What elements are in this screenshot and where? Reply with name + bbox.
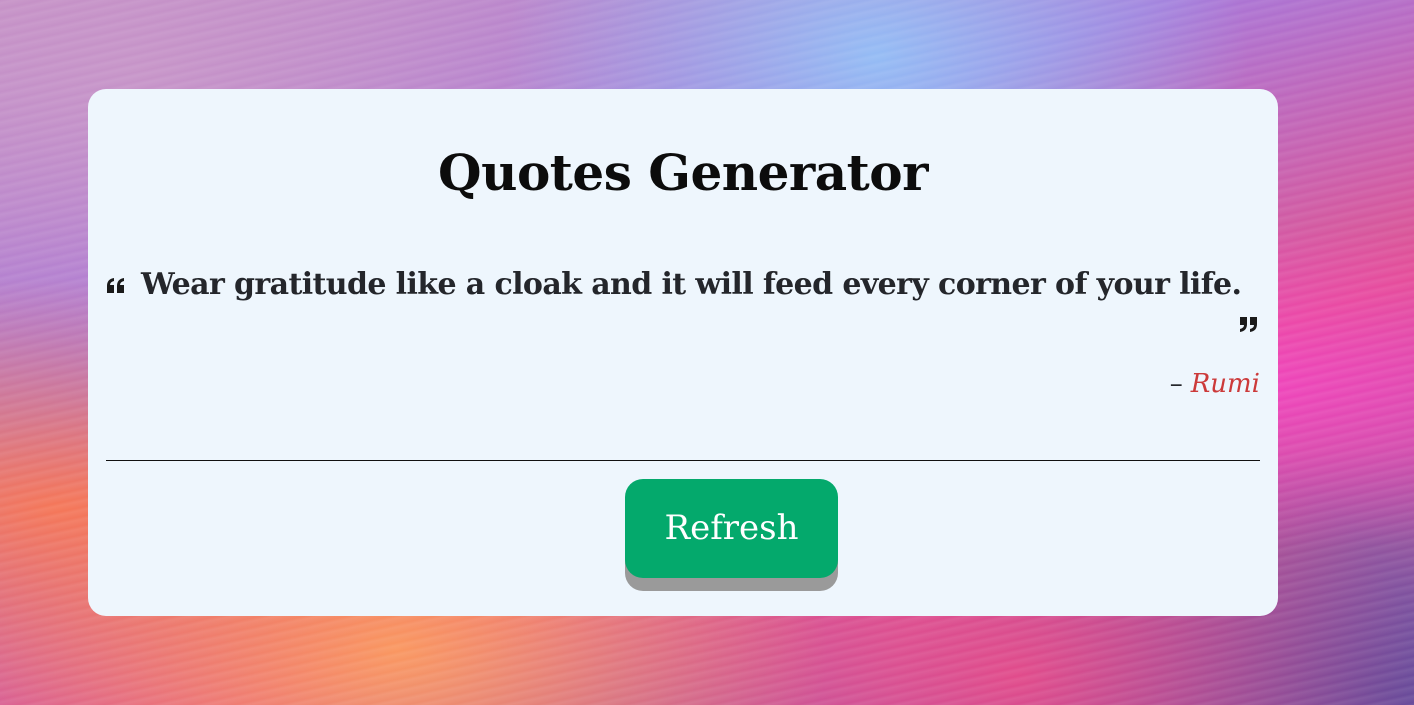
author-line: – Rumi bbox=[1170, 369, 1260, 399]
author-name: Rumi bbox=[1190, 369, 1260, 399]
quote-left-icon bbox=[107, 278, 124, 293]
quote-text: Wear gratitude like a cloak and it will … bbox=[141, 267, 1242, 302]
divider bbox=[106, 460, 1260, 461]
refresh-button[interactable]: Refresh bbox=[625, 479, 838, 578]
quote-card: Quotes Generator Wear gratitude like a c… bbox=[88, 89, 1278, 616]
page-title: Quotes Generator bbox=[438, 143, 928, 202]
quote-right-icon bbox=[1240, 317, 1257, 332]
author-dash: – bbox=[1169, 369, 1183, 399]
